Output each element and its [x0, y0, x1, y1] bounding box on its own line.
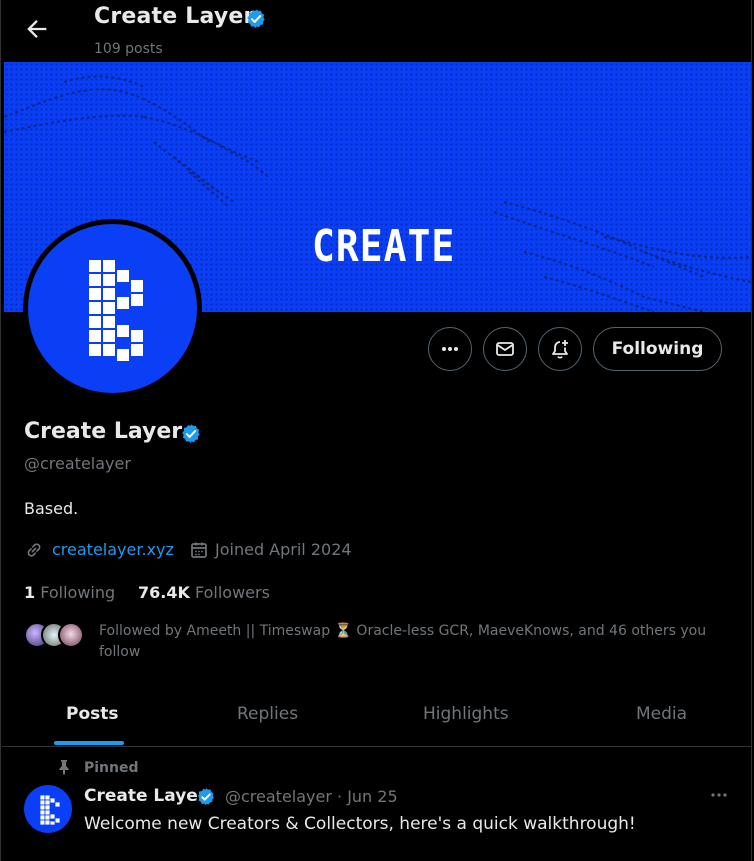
following-count: 1	[24, 583, 36, 602]
link-icon	[27, 543, 41, 557]
follower-avatar[interactable]	[58, 622, 84, 648]
calendar-icon	[191, 542, 207, 558]
post-more-icon[interactable]	[708, 784, 730, 806]
following-button[interactable]: Following	[593, 327, 722, 371]
header-title: Create Layer	[94, 4, 255, 29]
pin-icon	[59, 760, 69, 775]
pinned-label: Pinned	[84, 760, 139, 776]
followers-count: 76.4K	[138, 583, 190, 602]
followed-by-text[interactable]: Followed by Ameeth || Timeswap ⏳ Oracle-…	[99, 621, 729, 663]
c-block-logo-icon	[39, 794, 61, 826]
post-author-avatar[interactable]	[24, 785, 72, 833]
c-block-logo-icon	[87, 258, 145, 363]
website-link[interactable]: createlayer.xyz	[52, 540, 174, 559]
bell-plus-icon	[552, 340, 568, 359]
followers-label: Followers	[194, 583, 270, 602]
followers-stat[interactable]: 76.4K Followers	[138, 583, 270, 602]
tab-replies[interactable]: Replies	[237, 704, 298, 724]
post-author-handle-date[interactable]: @createlayer · Jun 25	[225, 787, 398, 806]
tab-highlights[interactable]: Highlights	[423, 704, 509, 724]
tab-media[interactable]: Media	[636, 704, 687, 724]
verified-badge-icon[interactable]	[196, 787, 216, 807]
avatar-logo	[28, 224, 197, 393]
notifications-button[interactable]	[538, 327, 582, 371]
post-text[interactable]: Welcome new Creators & Collectors, here'…	[84, 814, 636, 834]
profile-bio: Based.	[24, 499, 79, 518]
verified-badge-icon[interactable]	[245, 8, 267, 30]
following-stat[interactable]: 1 Following	[24, 583, 115, 602]
joined-date: Joined April 2024	[215, 540, 352, 559]
verified-badge-icon[interactable]	[180, 423, 202, 445]
message-button[interactable]	[483, 327, 527, 371]
mail-icon	[496, 342, 514, 356]
banner-create-wordmark: CREATE	[312, 220, 456, 272]
profile-column: Create Layer 109 posts CREATE Following …	[0, 0, 752, 861]
post-author-name[interactable]: Create Layer	[84, 786, 206, 806]
profile-name: Create Layer	[24, 419, 183, 444]
profile-handle: @createlayer	[24, 454, 131, 473]
profile-avatar[interactable]	[23, 219, 202, 398]
more-icon	[442, 347, 458, 351]
tabs-divider	[2, 746, 752, 747]
back-arrow-icon[interactable]	[23, 15, 51, 43]
tab-posts[interactable]: Posts	[66, 704, 119, 724]
following-label: Following	[40, 583, 116, 602]
more-options-button[interactable]	[428, 327, 472, 371]
active-tab-indicator	[54, 741, 124, 745]
post-count: 109 posts	[94, 41, 163, 57]
